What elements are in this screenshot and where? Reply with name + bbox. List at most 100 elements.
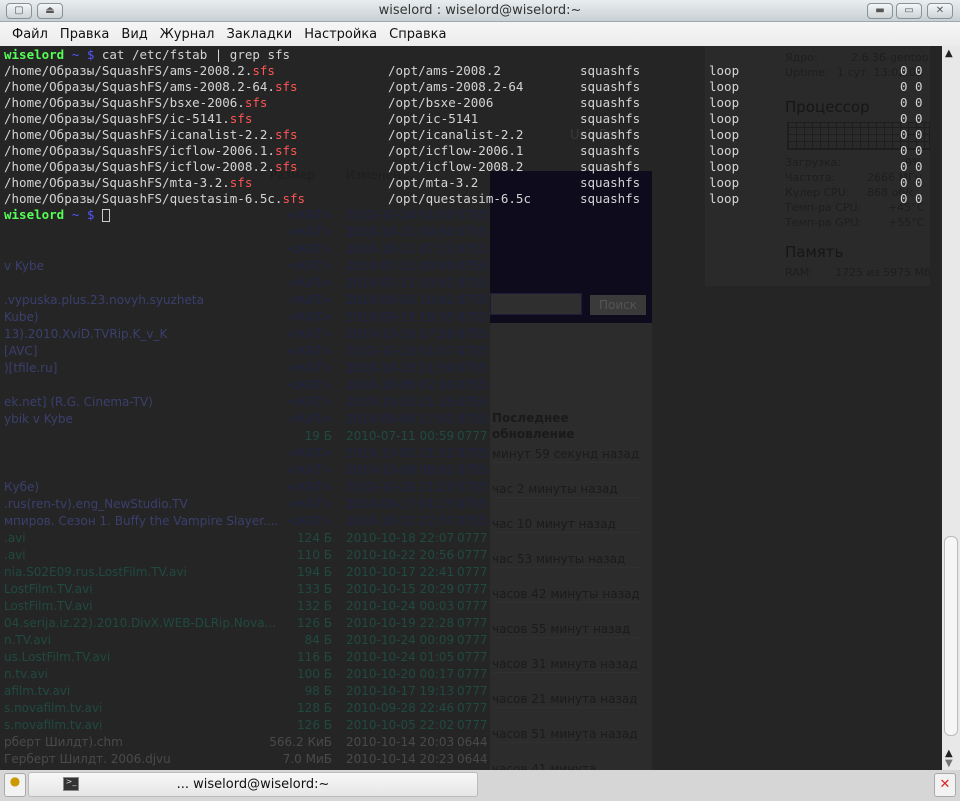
fstab-source: /home/Образы/SquashFS/icflow-2008.2.sfs (4, 159, 298, 175)
file-perm: 0777 (457, 531, 488, 545)
file-size: 98 Б (304, 684, 332, 698)
file-row[interactable]: Кубе) <КАТ> 2010-10-20 21:23 0755 (0, 480, 490, 497)
file-row[interactable]: <КАТ> 2010-07-11 10:02 0755 (0, 276, 490, 293)
file-size: <КАТ> (287, 361, 332, 375)
file-row[interactable]: [AVC] <КАТ> 2010-10-23 01:07 0755 (0, 344, 490, 361)
file-size: <КАТ> (287, 378, 332, 392)
file-row[interactable]: s.novafilm.tv.avi 126 Б 2010-10-05 22:02 07… (0, 718, 490, 735)
fstab-type: squashfs (580, 191, 641, 206)
file-row[interactable]: Герберт Шилдт. 2006.djvu 7.0 МиБ 2010-10-1… (0, 752, 490, 769)
scroll-down-icon[interactable]: ▼ (945, 758, 953, 769)
file-row[interactable]: 19 Б 2010-07-11 00:59 0777 (0, 429, 490, 446)
file-row[interactable]: )[tfile.ru] <КАТ> 2010-10-23 11:59 0755 (0, 361, 490, 378)
menu-edit[interactable]: Правка (54, 22, 115, 42)
menu-view[interactable]: Вид (115, 22, 153, 42)
fstab-mount: /opt/icflow-2006.1 (388, 143, 524, 158)
file-row[interactable]: afilm.tv.avi 98 Б 2010-10-17 19:13 0777 (0, 684, 490, 701)
menu-history[interactable]: Журнал (154, 22, 221, 42)
file-name: Герберт Шилдт. 2006.djvu (4, 752, 171, 766)
menu-bookmarks[interactable]: Закладки (221, 22, 299, 42)
file-date: 2010-10-22 20:56 (346, 548, 455, 562)
file-row[interactable]: nia.S02E09.rus.LostFilm.TV.avi 194 Б 2010-… (0, 565, 490, 582)
file-row[interactable]: <КАТ> 2010-10-05 02:10 0755 (0, 378, 490, 395)
fstab-options: loop (709, 191, 740, 206)
file-row[interactable]: LostFilm.TV.avi 133 Б 2010-10-15 20:29 0777 (0, 582, 490, 599)
file-row[interactable]: .avi 110 Б 2010-10-22 20:56 0777 (0, 548, 490, 565)
file-size: <КАТ> (287, 242, 332, 256)
minimize-button[interactable]: ▬ (867, 3, 893, 19)
file-row[interactable]: ek.net] (R.G. Cinema-TV) <КАТ> 2010-10-02 … (0, 395, 490, 412)
file-perm: 0755 (457, 327, 488, 341)
taskbar-item-terminal[interactable]: >_ ... wiselord@wiselord:~ (28, 772, 478, 797)
update-column-header: Последнее обновление (492, 411, 575, 441)
file-row[interactable]: Kube) <КАТ> 2010-09-13 18:55 0755 (0, 310, 490, 327)
file-date: 2010-10-18 22:07 (346, 531, 455, 545)
file-row[interactable]: мпиров. Сезон 1. Buffy the Vampire Slaye… (0, 514, 490, 531)
file-perm: 0777 (457, 684, 488, 698)
file-size: <КАТ> (287, 310, 332, 324)
file-row[interactable]: 04.serija.iz.22).2010.DivX.WEB-DLRip.Nov… (0, 616, 490, 633)
file-row[interactable]: s.novafilm.tv.avi 128 Б 2010-09-28 22:46 07… (0, 701, 490, 718)
close-window-tray-icon[interactable]: ✕ (934, 773, 956, 797)
file-name: Kube) (4, 310, 39, 324)
fstab-dump-pass: 0 0 (900, 95, 923, 110)
file-row[interactable]: .vypuska.plus.23.novyh.syuzheta <КАТ> 2010… (0, 293, 490, 310)
prompt-user: wiselord (4, 207, 65, 222)
title-bar: ▢ ⏏ wiselord : wiselord@wiselord:~ ▬ ▭ ✕ (0, 0, 960, 22)
fstab-dump-pass: 0 0 (900, 79, 923, 94)
fstab-source-path: /home/Образы/SquashFS/icflow-2008.2. (4, 159, 275, 174)
file-row[interactable]: <КАТ> 2010-10-08 08:01 0755 (0, 463, 490, 480)
fstab-source: /home/Образы/SquashFS/icanalist-2.2.sfs (4, 127, 298, 143)
file-row[interactable]: LostFilm.TV.avi 132 Б 2010-10-24 00:03 0777 (0, 599, 490, 616)
file-perm: 0777 (457, 701, 488, 715)
scroll-up-icon[interactable]: ▲ (945, 48, 953, 59)
file-row[interactable]: <КАТ> 2010-10-21 07:22 0755 (0, 242, 490, 259)
prompt-sign: $ (86, 47, 95, 62)
maximize-button[interactable]: ▭ (896, 3, 922, 19)
file-name: us.LostFilm.TV.avi (4, 650, 111, 664)
fstab-options: loop (709, 175, 740, 190)
fstab-type: squashfs (580, 159, 641, 174)
file-size: <КАТ> (287, 225, 332, 239)
app-launcher-icon[interactable]: ● (4, 773, 26, 797)
prompt-dir: ~ (71, 207, 80, 222)
file-name: s.novafilm.tv.avi (4, 718, 103, 732)
browser-search-button[interactable]: Поиск (590, 295, 646, 315)
terminal-cursor (101, 209, 110, 222)
file-row[interactable]: 13).2010.XviD.TVRip.K_v_K <КАТ> 2010-10-19… (0, 327, 490, 344)
terminal-area[interactable]: Размер Изменён <КАТ> 2010-10-24 01:03 0755… (0, 46, 942, 770)
file-date: 2010-10-24 01:05 (346, 650, 455, 664)
file-row[interactable]: рберт Шилдт).chm 566.2 КиБ 2010-10-14 20:0… (0, 735, 490, 752)
file-row[interactable]: n.tv.avi 100 Б 2010-10-20 00:17 0777 (0, 667, 490, 684)
file-date: 2010-10-20 21:23 (346, 480, 455, 494)
file-date: 2010-07-11 00:59 (346, 429, 455, 443)
fstab-line: /home/Образы/SquashFS/bsxe-2006.sfs/opt/… (4, 95, 942, 111)
fstab-mount: /opt/bsxe-2006 (388, 95, 494, 110)
window-title: wiselord : wiselord@wiselord:~ (378, 3, 582, 18)
file-row[interactable]: v Kybe <КАТ> 2010-07-11 00:49 0755 (0, 259, 490, 276)
file-row[interactable]: .rus(ren-tv).eng_NewStudio.TV <КАТ> 2010-0… (0, 497, 490, 514)
menu-file[interactable]: Файл (6, 22, 54, 42)
update-item: часов 51 минута назад (492, 726, 642, 743)
fstab-source-path: /home/Образы/SquashFS/icflow-2006.1. (4, 143, 275, 158)
file-row[interactable]: us.LostFilm.TV.avi 116 Б 2010-10-24 01:05 0… (0, 650, 490, 667)
menu-settings[interactable]: Настройка (298, 22, 383, 42)
scrollbar-thumb[interactable] (944, 536, 958, 736)
file-perm: 0777 (457, 616, 488, 630)
file-size: <КАТ> (287, 412, 332, 426)
browser-search-input[interactable] (490, 293, 582, 315)
file-name: v Kybe (4, 259, 45, 273)
close-button[interactable]: ✕ (927, 3, 953, 19)
file-row[interactable]: ybik v Kybe <КАТ> 2010-09-04 17:01 0755 (0, 412, 490, 429)
menu-help[interactable]: Справка (383, 22, 452, 42)
file-name: 04.serija.iz.22).2010.DivX.WEB-DLRip.Nov… (4, 616, 277, 630)
file-row[interactable]: .avi 124 Б 2010-10-18 22:07 0777 (0, 531, 490, 548)
file-size: 110 Б (297, 548, 332, 562)
fstab-source-path: /home/Образы/SquashFS/ams-2008.2. (4, 63, 253, 78)
file-size: 84 Б (304, 633, 332, 647)
terminal-scrollbar[interactable]: ▲ ▲ ▼ (942, 46, 960, 770)
file-date: 2010-10-24 01:03 (346, 208, 455, 222)
file-row[interactable]: <КАТ> 2010-10-21 09:50 0755 (0, 225, 490, 242)
file-row[interactable]: <КАТ> 2010-10-02 21:12 0755 (0, 446, 490, 463)
file-row[interactable]: n.TV.avi 84 Б 2010-10-24 00:09 0777 (0, 633, 490, 650)
